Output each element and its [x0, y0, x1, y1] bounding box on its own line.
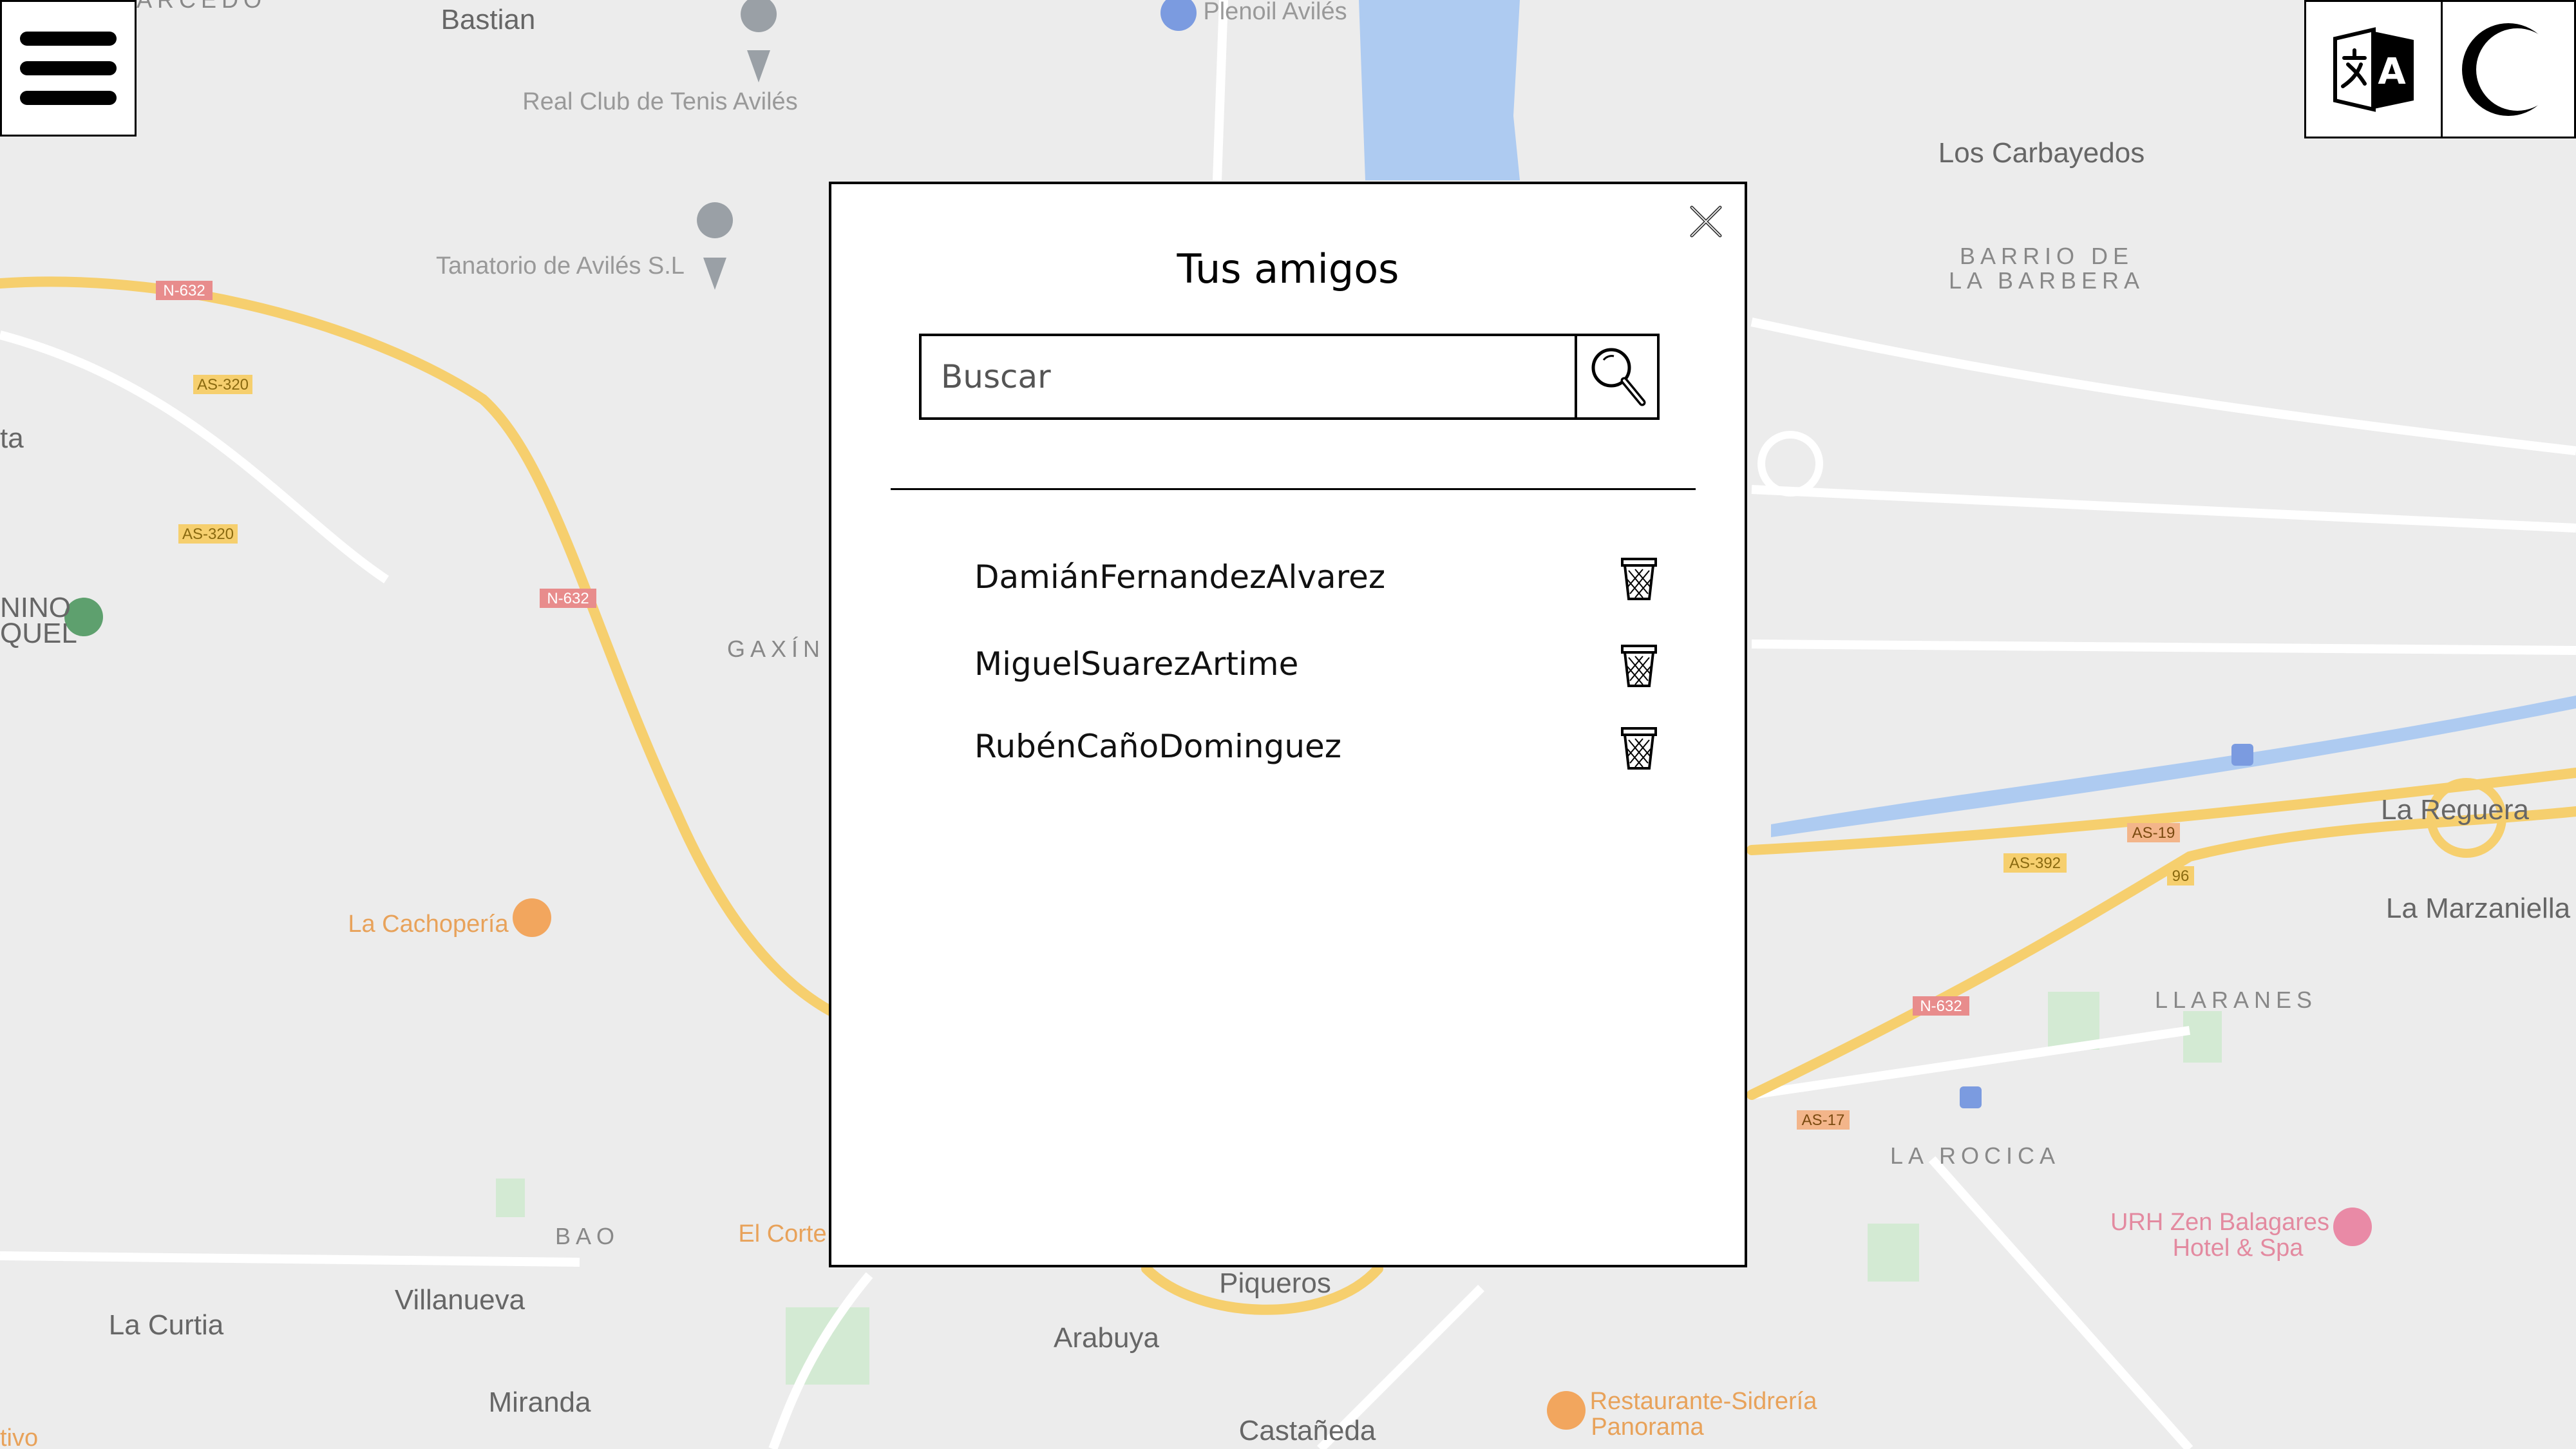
delete-friend-button[interactable] [1618, 643, 1660, 688]
water-area [1359, 0, 1520, 180]
map-label: LA BARBERA [1949, 267, 2145, 294]
friend-name: MiguelSuarezArtime [974, 645, 1299, 683]
theme-toggle-button[interactable] [2441, 0, 2576, 138]
map-label: BARRIO DE [1960, 243, 2134, 269]
road-code: N-632 [163, 282, 205, 299]
map-label: LA ROCICA [1890, 1142, 2060, 1169]
road-code: AS-392 [2009, 855, 2061, 872]
map-label: URH Zen Balagares [2110, 1209, 2329, 1236]
search-bar [919, 334, 1660, 420]
map-label: GAXÍN [727, 636, 825, 662]
park-area [786, 1307, 869, 1385]
svg-text:A: A [2378, 51, 2406, 93]
modal-title: Tus amigos [1177, 245, 1399, 292]
street [1751, 639, 2576, 655]
search-input[interactable] [922, 336, 1575, 417]
road-code: 96 [2172, 867, 2190, 885]
park-area [2183, 1011, 2222, 1063]
map-label: Restaurante-Sidrería [1590, 1388, 1818, 1415]
magnifier-icon [1591, 348, 1646, 406]
friends-modal: Tus amigos DamiánFernandezAlvarez Miguel… [829, 182, 1747, 1267]
search-button[interactable] [1575, 336, 1657, 417]
dark-mode-moon-icon [2462, 23, 2559, 116]
transit-icon[interactable] [2231, 744, 2253, 766]
map-label: Real Club de Tenis Avilés [522, 88, 797, 115]
map-label: Bastian [441, 4, 536, 35]
map-label: Miranda [489, 1387, 591, 1418]
map-label: El Corte [738, 1220, 826, 1247]
road-code: AS-320 [182, 526, 234, 543]
park-area [1868, 1224, 1919, 1282]
map-label: Plenoil Avilés [1203, 0, 1347, 25]
hotel-pin-icon[interactable] [2333, 1208, 2372, 1246]
trash-icon [1621, 727, 1657, 770]
street [0, 1251, 580, 1267]
road-code: AS-19 [2132, 824, 2175, 842]
street [1213, 0, 1228, 181]
park-area [496, 1179, 525, 1217]
friend-list-item: RubénCañoDominguez [974, 721, 1657, 772]
map-label: Arabuya [1054, 1322, 1159, 1354]
map-label: La Curtia [109, 1309, 224, 1341]
map-label: Piqueros [1219, 1267, 1331, 1299]
map-label: Villanueva [395, 1284, 526, 1316]
translate-icon: A [2333, 26, 2414, 112]
road-code: AS-17 [1802, 1112, 1845, 1129]
hamburger-menu-icon [20, 32, 117, 105]
restaurant-pin-icon[interactable] [1547, 1391, 1586, 1430]
friend-list-item: MiguelSuarezArtime [974, 638, 1657, 690]
close-icon [1690, 205, 1722, 238]
trash-icon [1621, 645, 1657, 687]
friend-name: DamiánFernandezAlvarez [974, 558, 1386, 596]
map-label: Hotel & Spa [2173, 1235, 2304, 1262]
delete-friend-button[interactable] [1618, 726, 1660, 771]
transit-icon[interactable] [1960, 1086, 1982, 1108]
language-button[interactable]: A [2304, 0, 2443, 138]
restaurant-pin-icon[interactable] [513, 898, 551, 937]
map-label: BAO [555, 1223, 620, 1249]
road-code: AS-320 [197, 376, 249, 393]
divider [891, 488, 1696, 490]
map-label: ARCEDO [137, 0, 267, 13]
map-label: La Marzaniella [2386, 893, 2571, 924]
map-label: La Reguera [2381, 794, 2529, 826]
map-label: La Cachopería [348, 911, 509, 938]
map-label: tivo [0, 1425, 38, 1449]
close-button[interactable] [1687, 202, 1725, 241]
map-label: LLARANES [2155, 987, 2317, 1013]
road-code: N-632 [1920, 998, 1962, 1015]
friend-name: RubénCañoDominguez [974, 728, 1342, 765]
delete-friend-button[interactable] [1618, 556, 1660, 601]
map-label: ta [0, 422, 24, 454]
map-label: Los Carbayedos [1938, 137, 2145, 169]
road-code: N-632 [547, 590, 589, 607]
map-label: QUEL [0, 618, 77, 649]
friend-list-item: DamiánFernandezAlvarez [974, 551, 1657, 603]
trash-icon [1621, 558, 1657, 600]
map-label: Castañeda [1239, 1415, 1376, 1446]
map-label: Panorama [1591, 1414, 1704, 1441]
menu-button[interactable] [0, 0, 137, 137]
map-label: Tanatorio de Avilés S.L [436, 252, 685, 279]
